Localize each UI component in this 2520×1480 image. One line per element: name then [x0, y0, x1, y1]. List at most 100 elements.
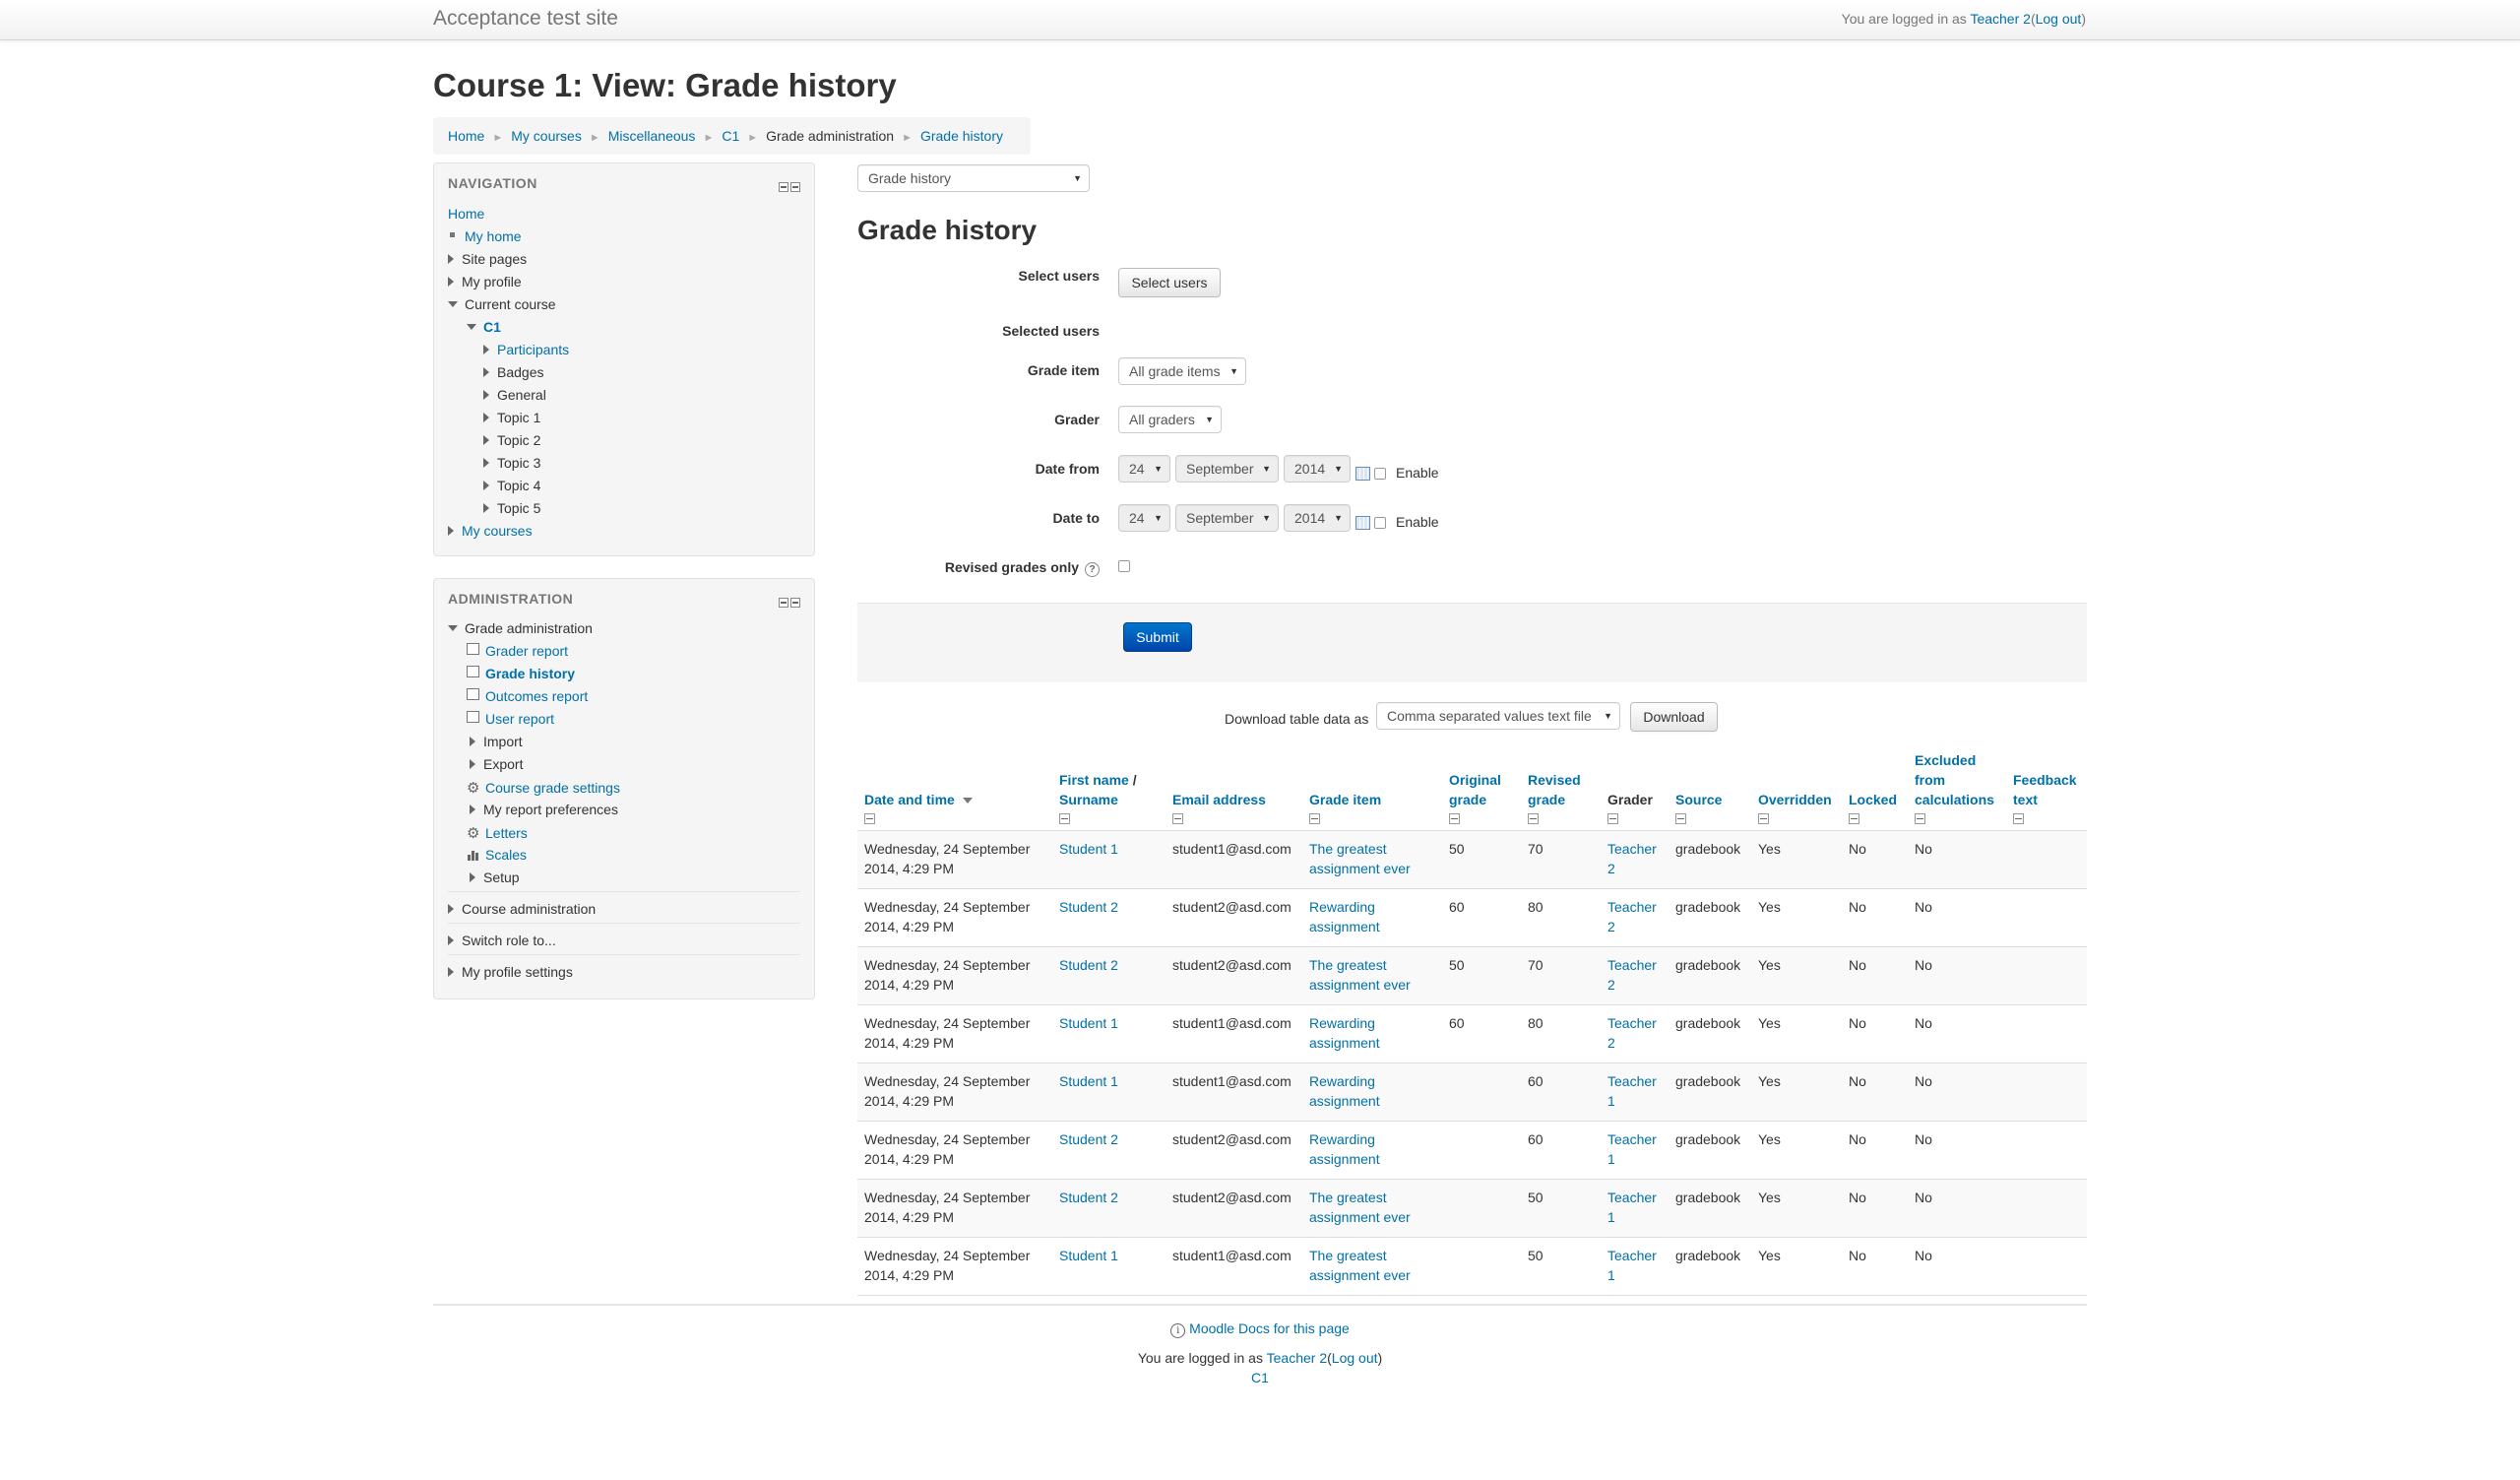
- download-button[interactable]: Download: [1630, 702, 1718, 732]
- calendar-icon[interactable]: [1355, 516, 1370, 530]
- date-from-enable-checkbox[interactable]: [1374, 468, 1386, 480]
- col-feedback[interactable]: Feedback text: [2006, 750, 2087, 831]
- hide-column-icon[interactable]: [2013, 813, 2024, 824]
- col-overridden[interactable]: Overridden: [1751, 750, 1842, 831]
- download-format-select[interactable]: Comma separated values text file ▼: [1376, 702, 1620, 730]
- nav-home[interactable]: Home: [448, 206, 484, 222]
- logout-link[interactable]: Log out: [2036, 11, 2082, 27]
- nav-current-course[interactable]: Current course: [448, 296, 556, 312]
- nav-topic-4[interactable]: Topic 4: [483, 478, 540, 493]
- grade-item-select[interactable]: All grade items ▼: [1118, 357, 1246, 385]
- cell-grader-link[interactable]: Teacher 2: [1607, 957, 1657, 993]
- date-to-month-select[interactable]: September ▼: [1175, 504, 1279, 532]
- admin-switch-role[interactable]: Switch role to...: [448, 933, 556, 948]
- col-locked-label[interactable]: Locked: [1849, 792, 1897, 807]
- breadcrumb-my-courses[interactable]: My courses: [511, 128, 582, 144]
- nav-topic-3[interactable]: Topic 3: [483, 455, 540, 471]
- cell-student-link[interactable]: Student 2: [1059, 1131, 1118, 1147]
- breadcrumb-home[interactable]: Home: [448, 128, 484, 144]
- user-link[interactable]: Teacher 2: [1970, 11, 2030, 27]
- help-icon[interactable]: ?: [1085, 562, 1100, 577]
- admin-grader-report[interactable]: Grader report: [467, 643, 568, 659]
- dock-icon[interactable]: [790, 182, 800, 192]
- col-locked[interactable]: Locked: [1842, 750, 1908, 831]
- report-select[interactable]: Grade history ▼: [857, 164, 1090, 192]
- hide-column-icon[interactable]: [1309, 813, 1320, 824]
- col-grade-item-label[interactable]: Grade item: [1309, 792, 1381, 807]
- hide-column-icon[interactable]: [1915, 813, 1925, 824]
- cell-student-link[interactable]: Student 1: [1059, 841, 1118, 857]
- dock-icon[interactable]: [790, 598, 800, 608]
- admin-course-administration[interactable]: Course administration: [448, 901, 596, 917]
- admin-grade-administration[interactable]: Grade administration: [448, 620, 593, 636]
- hide-column-icon[interactable]: [1675, 813, 1686, 824]
- admin-grade-history-link[interactable]: Grade history: [485, 666, 575, 681]
- moodle-docs-link[interactable]: Moodle Docs for this page: [1189, 1320, 1350, 1336]
- col-first-name-label[interactable]: First name: [1059, 772, 1129, 788]
- nav-topic-5[interactable]: Topic 5: [483, 500, 540, 516]
- col-date-label[interactable]: Date and time: [864, 792, 955, 807]
- col-excluded[interactable]: Excluded from calculations: [1908, 750, 2006, 831]
- admin-outcomes-report[interactable]: Outcomes report: [467, 688, 588, 704]
- col-feedback-label[interactable]: Feedback text: [2013, 772, 2077, 807]
- admin-grade-history[interactable]: Grade history: [467, 666, 575, 681]
- col-name[interactable]: First name / Surname: [1052, 750, 1166, 831]
- cell-student-link[interactable]: Student 2: [1059, 899, 1118, 915]
- nav-my-home[interactable]: My home: [465, 228, 522, 244]
- select-users-button[interactable]: Select users: [1118, 268, 1221, 297]
- admin-user-report[interactable]: User report: [467, 711, 554, 727]
- date-to-day-select[interactable]: 24 ▼: [1118, 504, 1170, 532]
- admin-course-grade-settings[interactable]: ⚙ Course grade settings: [467, 779, 620, 797]
- nav-course-c1-link[interactable]: C1: [483, 319, 501, 335]
- col-revised-label[interactable]: Revised grade: [1528, 772, 1581, 807]
- calendar-icon[interactable]: [1355, 467, 1370, 481]
- cell-grader-link[interactable]: Teacher 1: [1607, 1190, 1657, 1225]
- cell-grade-item-link[interactable]: The greatest assignment ever: [1309, 1190, 1411, 1225]
- col-email[interactable]: Email address: [1166, 750, 1302, 831]
- nav-my-profile[interactable]: My profile: [448, 274, 522, 290]
- cell-student-link[interactable]: Student 1: [1059, 1015, 1118, 1031]
- cell-student-link[interactable]: Student 1: [1059, 1073, 1118, 1089]
- nav-badges[interactable]: Badges: [483, 364, 543, 380]
- cell-grade-item-link[interactable]: Rewarding assignment: [1309, 1073, 1380, 1109]
- cell-grade-item-link[interactable]: Rewarding assignment: [1309, 1015, 1380, 1051]
- nav-participants[interactable]: Participants: [483, 342, 569, 357]
- admin-scales-link[interactable]: Scales: [485, 847, 527, 863]
- cell-grader-link[interactable]: Teacher 1: [1607, 1131, 1657, 1167]
- cell-grader-link[interactable]: Teacher 2: [1607, 899, 1657, 934]
- hide-column-icon[interactable]: [1607, 813, 1618, 824]
- cell-grade-item-link[interactable]: The greatest assignment ever: [1309, 1248, 1411, 1283]
- breadcrumb-c1[interactable]: C1: [722, 128, 739, 144]
- minimize-icon[interactable]: [779, 182, 788, 192]
- hide-column-icon[interactable]: [1059, 813, 1070, 824]
- cell-student-link[interactable]: Student 2: [1059, 957, 1118, 973]
- site-name-link[interactable]: Acceptance test site: [433, 7, 618, 31]
- hide-column-icon[interactable]: [1849, 813, 1859, 824]
- nav-my-courses-link[interactable]: My courses: [462, 523, 533, 539]
- cell-grader-link[interactable]: Teacher 1: [1607, 1073, 1657, 1109]
- revised-grades-checkbox[interactable]: [1118, 560, 1130, 572]
- hide-column-icon[interactable]: [1758, 813, 1769, 824]
- cell-grade-item-link[interactable]: Rewarding assignment: [1309, 1131, 1380, 1167]
- cell-grader-link[interactable]: Teacher 1: [1607, 1248, 1657, 1283]
- breadcrumb-miscellaneous[interactable]: Miscellaneous: [608, 128, 696, 144]
- admin-course-grade-settings-link[interactable]: Course grade settings: [485, 780, 620, 796]
- date-to-year-select[interactable]: 2014 ▼: [1284, 504, 1351, 532]
- col-date[interactable]: Date and time: [857, 750, 1052, 831]
- submit-button[interactable]: Submit: [1123, 622, 1192, 652]
- admin-import[interactable]: Import: [470, 734, 523, 749]
- date-from-day-select[interactable]: 24 ▼: [1118, 455, 1170, 483]
- footer-user-link[interactable]: Teacher 2: [1267, 1350, 1327, 1366]
- nav-topic-2[interactable]: Topic 2: [483, 432, 540, 448]
- cell-grader-link[interactable]: Teacher 2: [1607, 1015, 1657, 1051]
- admin-my-profile-settings[interactable]: My profile settings: [448, 964, 573, 980]
- col-original[interactable]: Original grade: [1442, 750, 1521, 831]
- nav-topic-1[interactable]: Topic 1: [483, 410, 540, 425]
- admin-letters-link[interactable]: Letters: [485, 825, 528, 841]
- grader-select[interactable]: All graders ▼: [1118, 406, 1222, 433]
- col-surname-label[interactable]: Surname: [1059, 792, 1118, 807]
- admin-export[interactable]: Export: [470, 756, 523, 772]
- cell-grade-item-link[interactable]: The greatest assignment ever: [1309, 841, 1411, 876]
- date-from-year-select[interactable]: 2014 ▼: [1284, 455, 1351, 483]
- breadcrumb-grade-history[interactable]: Grade history: [920, 128, 1003, 144]
